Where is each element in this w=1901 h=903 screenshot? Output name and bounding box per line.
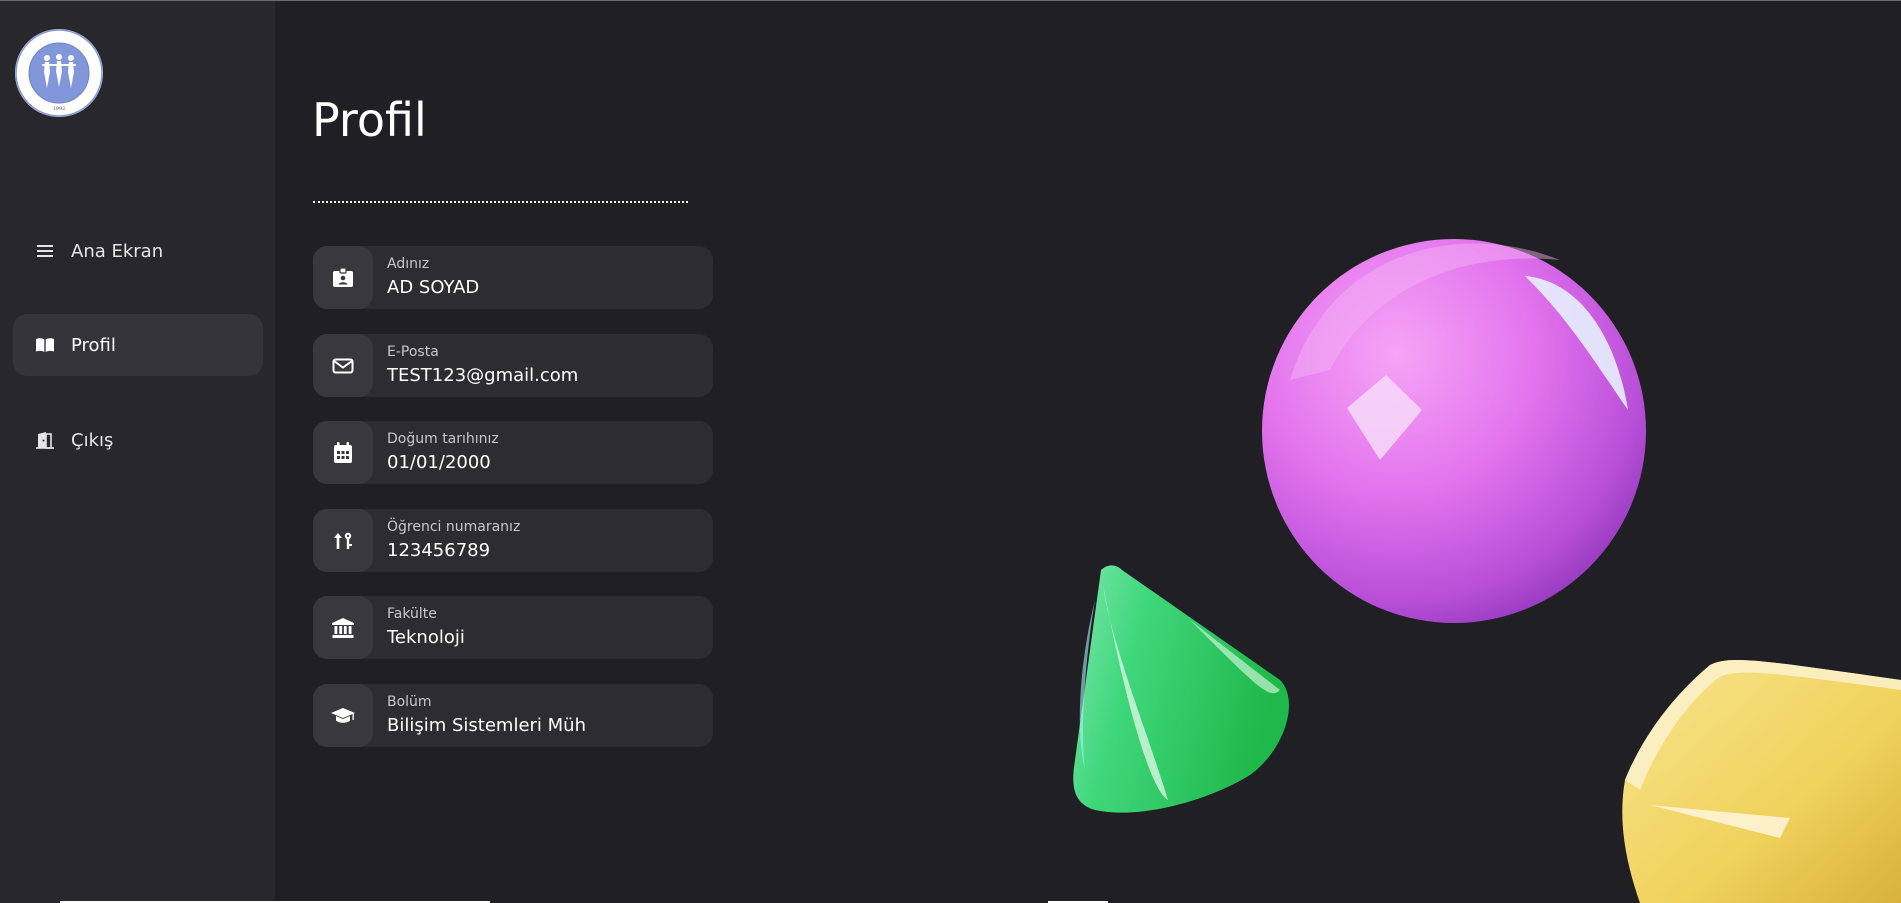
field-value: Teknoloji	[387, 626, 465, 648]
cube-shape	[1622, 660, 1901, 903]
field-value: 01/01/2000	[387, 451, 491, 473]
field-value: AD SOYAD	[387, 276, 480, 298]
field-label: Öğrenci numaranız	[387, 518, 521, 535]
window-top-border	[0, 0, 1901, 1]
cone-shape	[1073, 565, 1289, 813]
nav-label-cikis: Çıkış	[71, 429, 114, 451]
sphere-shape	[1262, 239, 1646, 623]
nav-item-profil[interactable]: Profil	[13, 314, 263, 376]
field-label: Adınız	[387, 255, 430, 272]
decorative-shapes	[1073, 239, 1901, 903]
calendar-icon	[313, 421, 373, 484]
profile-field-student-number: Öğrenci numaranız 123456789	[313, 509, 713, 572]
field-value: 123456789	[387, 539, 491, 561]
sidebar: 1992 Ana Ekran Profil Çıkış	[0, 1, 275, 903]
field-label: Bolüm	[387, 693, 432, 710]
profile-field-birthdate: Doğum tarıhınız 01/01/2000	[313, 421, 713, 484]
id-card-icon	[313, 246, 373, 309]
profile-field-email: E-Posta TEST123@gmail.com	[313, 334, 713, 397]
nav-item-ana-ekran[interactable]: Ana Ekran	[13, 220, 263, 282]
nav-label-ana-ekran: Ana Ekran	[71, 240, 164, 262]
building-icon	[313, 596, 373, 659]
field-label: Doğum tarıhınız	[387, 430, 499, 447]
page-title: Profil	[312, 93, 427, 147]
profile-field-name: Adınız AD SOYAD	[313, 246, 713, 309]
field-value: Bilişim Sistemleri Müh	[387, 714, 587, 736]
university-logo: 1992	[15, 29, 103, 117]
logo-year: 1992	[53, 106, 66, 112]
nav-item-cikis[interactable]: Çıkış	[13, 409, 263, 471]
student-number-icon	[313, 509, 373, 572]
field-label: Fakülte	[387, 605, 437, 622]
nav-label-profil: Profil	[71, 334, 116, 356]
profile-field-faculty: Fakülte Teknoloji	[313, 596, 713, 659]
field-label: E-Posta	[387, 343, 439, 360]
envelope-icon	[313, 334, 373, 397]
graduation-cap-icon	[313, 684, 373, 747]
title-divider	[313, 201, 688, 203]
profile-field-department: Bolüm Bilişim Sistemleri Müh	[313, 684, 713, 747]
field-value: TEST123@gmail.com	[387, 364, 579, 386]
book-icon	[35, 335, 55, 355]
door-icon	[35, 430, 55, 450]
menu-icon	[35, 241, 55, 261]
